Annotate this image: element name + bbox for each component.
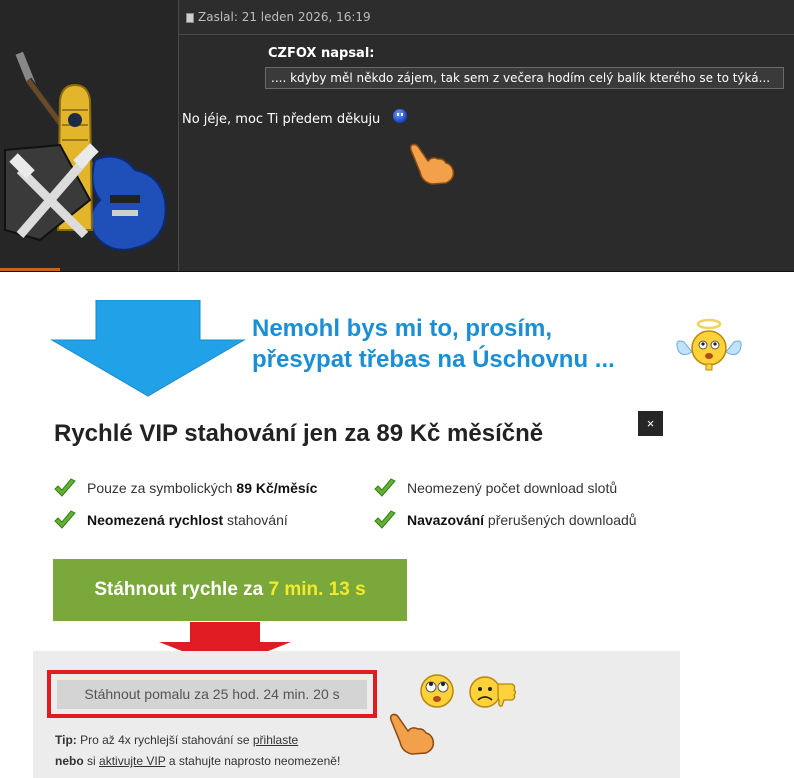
tip-text-1: Pro až 4x rychlejší stahování se <box>76 733 253 747</box>
avatar <box>4 51 167 251</box>
panel-accent <box>0 268 60 271</box>
request-message: Nemohl bys mi to, prosím, přesypat třeba… <box>252 313 615 375</box>
check-icon <box>54 478 76 497</box>
fast-download-label: Stáhnout rychle za <box>94 579 269 600</box>
rolling-eyes-smiley-icon <box>420 674 454 708</box>
request-message-line2: přesypat třebas na Úschovnu ... <box>252 346 615 373</box>
fast-download-time: 7 min. 13 s <box>268 579 366 600</box>
check-icon <box>374 478 396 497</box>
request-message-line1: Nemohl bys mi to, prosím, <box>252 315 553 342</box>
check-icon <box>374 510 396 529</box>
activate-vip-link[interactable]: aktivujte VIP <box>99 754 165 768</box>
feature-price-text: Pouze za symbolických <box>87 480 237 496</box>
tip-label: Tip: <box>55 733 77 747</box>
pointing-hand-icon <box>390 713 435 755</box>
angel-smiley-icon <box>676 318 742 371</box>
feature-speed-bold: Neomezená rychlost <box>87 512 224 528</box>
slow-download-button[interactable]: Stáhnout pomalu za 25 hod. 24 min. 20 s <box>57 680 367 709</box>
tip-text-3: a stahujte naprosto neomezeně! <box>165 754 341 768</box>
tip-or: nebo <box>55 754 84 768</box>
fast-download-button[interactable]: Stáhnout rychle za 7 min. 13 s <box>53 559 407 621</box>
user-avatar-panel <box>0 0 179 271</box>
feature-slots-text: Neomezený počet download slotů <box>407 480 618 496</box>
close-button[interactable]: × <box>638 411 663 436</box>
vip-title: Rychlé VIP stahování jen za 89 Kč měsíčn… <box>54 420 544 447</box>
post-header: Zaslal: 21 leden 2026, 16:19 <box>179 0 794 35</box>
feature-speed-text: stahování <box>223 512 288 528</box>
quote-box: .... kdyby měl někdo zájem, tak sem z ve… <box>265 67 784 89</box>
login-link[interactable]: přihlaste <box>253 733 298 747</box>
post-text: No jéje, moc Ti předem děkuju <box>182 112 381 127</box>
post-meta: Zaslal: 21 leden 2026, 16:19 <box>198 10 371 24</box>
thumbs-down-smiley-icon <box>469 676 517 708</box>
post-icon <box>186 13 194 23</box>
feature-resume-bold: Navazování <box>407 512 485 528</box>
feature-price-bold: 89 Kč/měsíc <box>236 480 318 496</box>
quote-author: CZFOX napsal: <box>268 46 375 61</box>
check-icon <box>54 510 76 529</box>
tip-text-2: si <box>83 754 100 768</box>
forum-post: Zaslal: 21 leden 2026, 16:19 CZFOX napsa… <box>0 0 794 272</box>
feature-resume-text: přerušených downloadů <box>484 512 637 528</box>
tip-text: Tip: Pro až 4x rychlejší stahování se př… <box>55 730 340 772</box>
pointing-hand-icon <box>410 143 455 185</box>
blue-smiley-icon <box>393 109 407 123</box>
big-down-arrow-icon <box>50 300 246 397</box>
